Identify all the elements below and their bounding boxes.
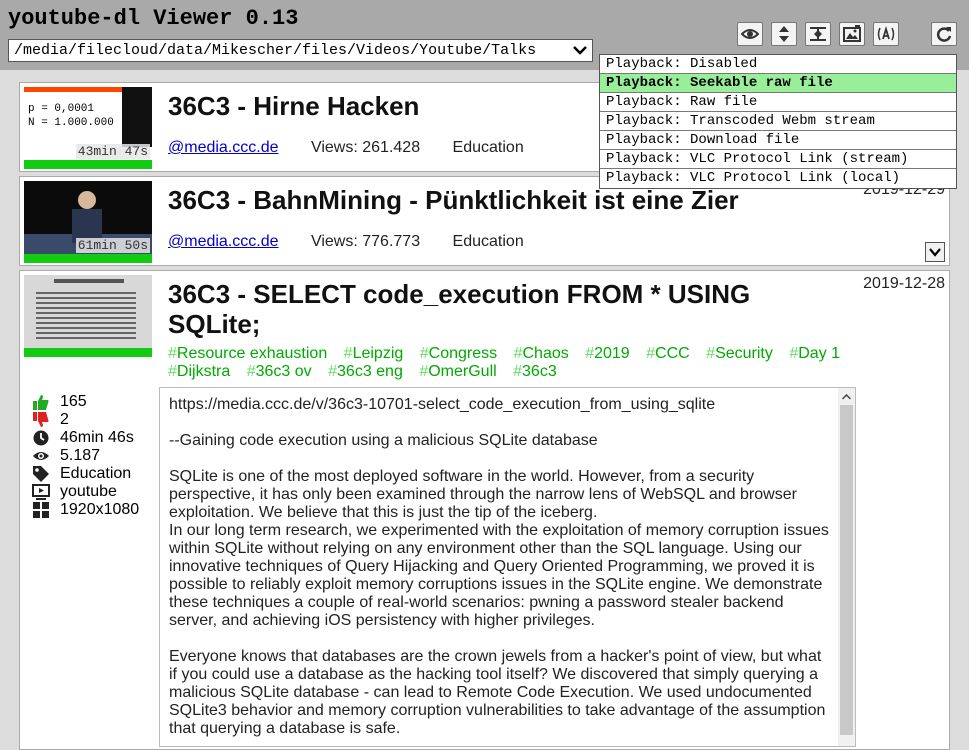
stat-dislikes: 2 — [32, 411, 139, 429]
path-value: /media/filecloud/data/Mikescher/files/Vi… — [14, 42, 537, 59]
stat-views: 5.187 — [32, 447, 139, 465]
channel-link[interactable]: @media.ccc.de — [168, 139, 279, 157]
playback-option-webm-stream[interactable]: Playback: Transcoded Webm stream — [600, 112, 956, 131]
playback-option-vlc-local[interactable]: Playback: VLC Protocol Link (local) — [600, 169, 956, 188]
video-title[interactable]: 36C3 - BahnMining - Pünktlichkeit ist ei… — [168, 185, 739, 215]
video-meta: @media.ccc.de Views: 261.428 Education — [168, 139, 524, 157]
grid-icon — [33, 502, 49, 518]
video-thumbnail[interactable] — [24, 275, 152, 357]
tag[interactable]: #2019 — [585, 345, 630, 362]
stat-duration: 46min 46s — [32, 429, 139, 447]
video-title[interactable]: 36C3 - SELECT code_execution FROM * USIN… — [168, 279, 848, 339]
playback-option-disabled[interactable]: Playback: Disabled — [600, 55, 956, 74]
video-thumbnail[interactable]: 61min 50s — [24, 181, 152, 263]
view-count: Views: 776.773 — [310, 233, 421, 250]
sort-button[interactable] — [771, 22, 797, 46]
thumb-banner — [24, 87, 122, 92]
thumb-speaker-head — [78, 191, 96, 209]
thumb-speaker-area — [122, 87, 152, 147]
progress-bar — [24, 348, 152, 357]
video-card[interactable]: 61min 50s 2019-12-29 36C3 - BahnMining -… — [19, 176, 950, 266]
tag[interactable]: #Chaos — [514, 345, 569, 362]
tag-icon — [33, 466, 49, 482]
description-box[interactable]: https://media.ccc.de/v/36c3-10701-select… — [159, 387, 856, 747]
progress-bar — [24, 160, 152, 169]
monitor-play-icon — [32, 484, 50, 500]
playback-option-vlc-stream[interactable]: Playback: VLC Protocol Link (stream) — [600, 150, 956, 169]
chevron-down-icon — [573, 46, 587, 55]
playback-option-download[interactable]: Playback: Download file — [600, 131, 956, 150]
app-title: youtube-dl Viewer 0.13 — [8, 6, 299, 31]
stat-category: Education — [32, 465, 139, 483]
display-mode-button[interactable] — [737, 22, 763, 46]
thumbs-down-icon — [33, 412, 49, 427]
thumbnail-icon — [843, 25, 861, 42]
playback-option-raw[interactable]: Playback: Raw file — [600, 93, 956, 112]
thumb-slide-table — [36, 289, 136, 341]
playback-option-seekable-raw[interactable]: Playback: Seekable raw file — [600, 74, 956, 93]
tag[interactable]: #Dijkstra — [168, 363, 230, 380]
thumb-slide-heading — [54, 279, 124, 283]
tag[interactable]: #Resource exhaustion — [168, 345, 327, 362]
tag[interactable]: #CCC — [646, 345, 690, 362]
compress-icon — [810, 27, 826, 41]
tag[interactable]: #Day 1 — [789, 345, 840, 362]
tag[interactable]: #36c3 — [513, 363, 557, 380]
tag[interactable]: #OmerGull — [419, 363, 496, 380]
video-card-expanded[interactable]: 2019-12-28 36C3 - SELECT code_execution … — [19, 270, 950, 750]
eye-icon — [33, 452, 49, 460]
clock-icon — [33, 430, 49, 446]
tag[interactable]: #Congress — [420, 345, 497, 362]
stat-source: youtube — [32, 483, 139, 501]
thumb-text-line: p = 0,0001 — [28, 103, 95, 115]
refresh-button[interactable] — [931, 22, 957, 46]
chevron-down-icon — [929, 248, 941, 257]
tag[interactable]: #Security — [706, 345, 773, 362]
stat-likes: 165 — [32, 393, 139, 411]
path-select[interactable]: /media/filecloud/data/Mikescher/files/Vi… — [8, 39, 593, 62]
stat-resolution: 1920x1080 — [32, 501, 139, 519]
progress-bar — [24, 254, 152, 263]
channel-link[interactable]: @media.ccc.de — [168, 233, 279, 251]
tag[interactable]: #36c3 ov — [247, 363, 312, 380]
video-stats: 165 2 46min 46s 5.187 Education youtube … — [32, 393, 139, 519]
view-count: Views: 261.428 — [310, 139, 421, 156]
description-text: https://media.ccc.de/v/36c3-10701-select… — [169, 396, 829, 737]
sort-icon — [779, 26, 789, 42]
scroll-up-arrow-icon[interactable] — [838, 388, 855, 405]
scroll-thumb[interactable] — [840, 405, 853, 735]
expand-button[interactable] — [925, 242, 945, 262]
thumbs-up-icon — [33, 395, 49, 410]
eye-icon — [741, 29, 759, 39]
category-label: Education — [452, 233, 524, 250]
playback-button[interactable] — [873, 22, 899, 46]
thumb-text-line: N = 1.000.000 — [28, 117, 114, 129]
category-label: Education — [452, 139, 524, 156]
tag[interactable]: #Leipzig — [344, 345, 404, 362]
video-thumbnail[interactable]: p = 0,0001 N = 1.000.000 43min 47s — [24, 87, 152, 169]
stream-icon — [877, 25, 895, 41]
thumbnail-button[interactable] — [839, 22, 865, 46]
description-scrollbar[interactable] — [838, 388, 855, 746]
duration-badge: 43min 47s — [75, 144, 150, 159]
duration-badge: 61min 50s — [75, 238, 150, 253]
tag[interactable]: #36c3 eng — [328, 363, 403, 380]
playback-menu: Playback: Disabled Playback: Seekable ra… — [599, 54, 957, 189]
video-date: 2019-12-28 — [863, 275, 945, 292]
video-title[interactable]: 36C3 - Hirne Hacken — [168, 91, 419, 121]
width-button[interactable] — [805, 22, 831, 46]
video-meta: @media.ccc.de Views: 776.773 Education — [168, 233, 524, 251]
refresh-icon — [936, 27, 952, 42]
tag-list: #Resource exhaustion #Leipzig #Congress … — [168, 345, 868, 381]
